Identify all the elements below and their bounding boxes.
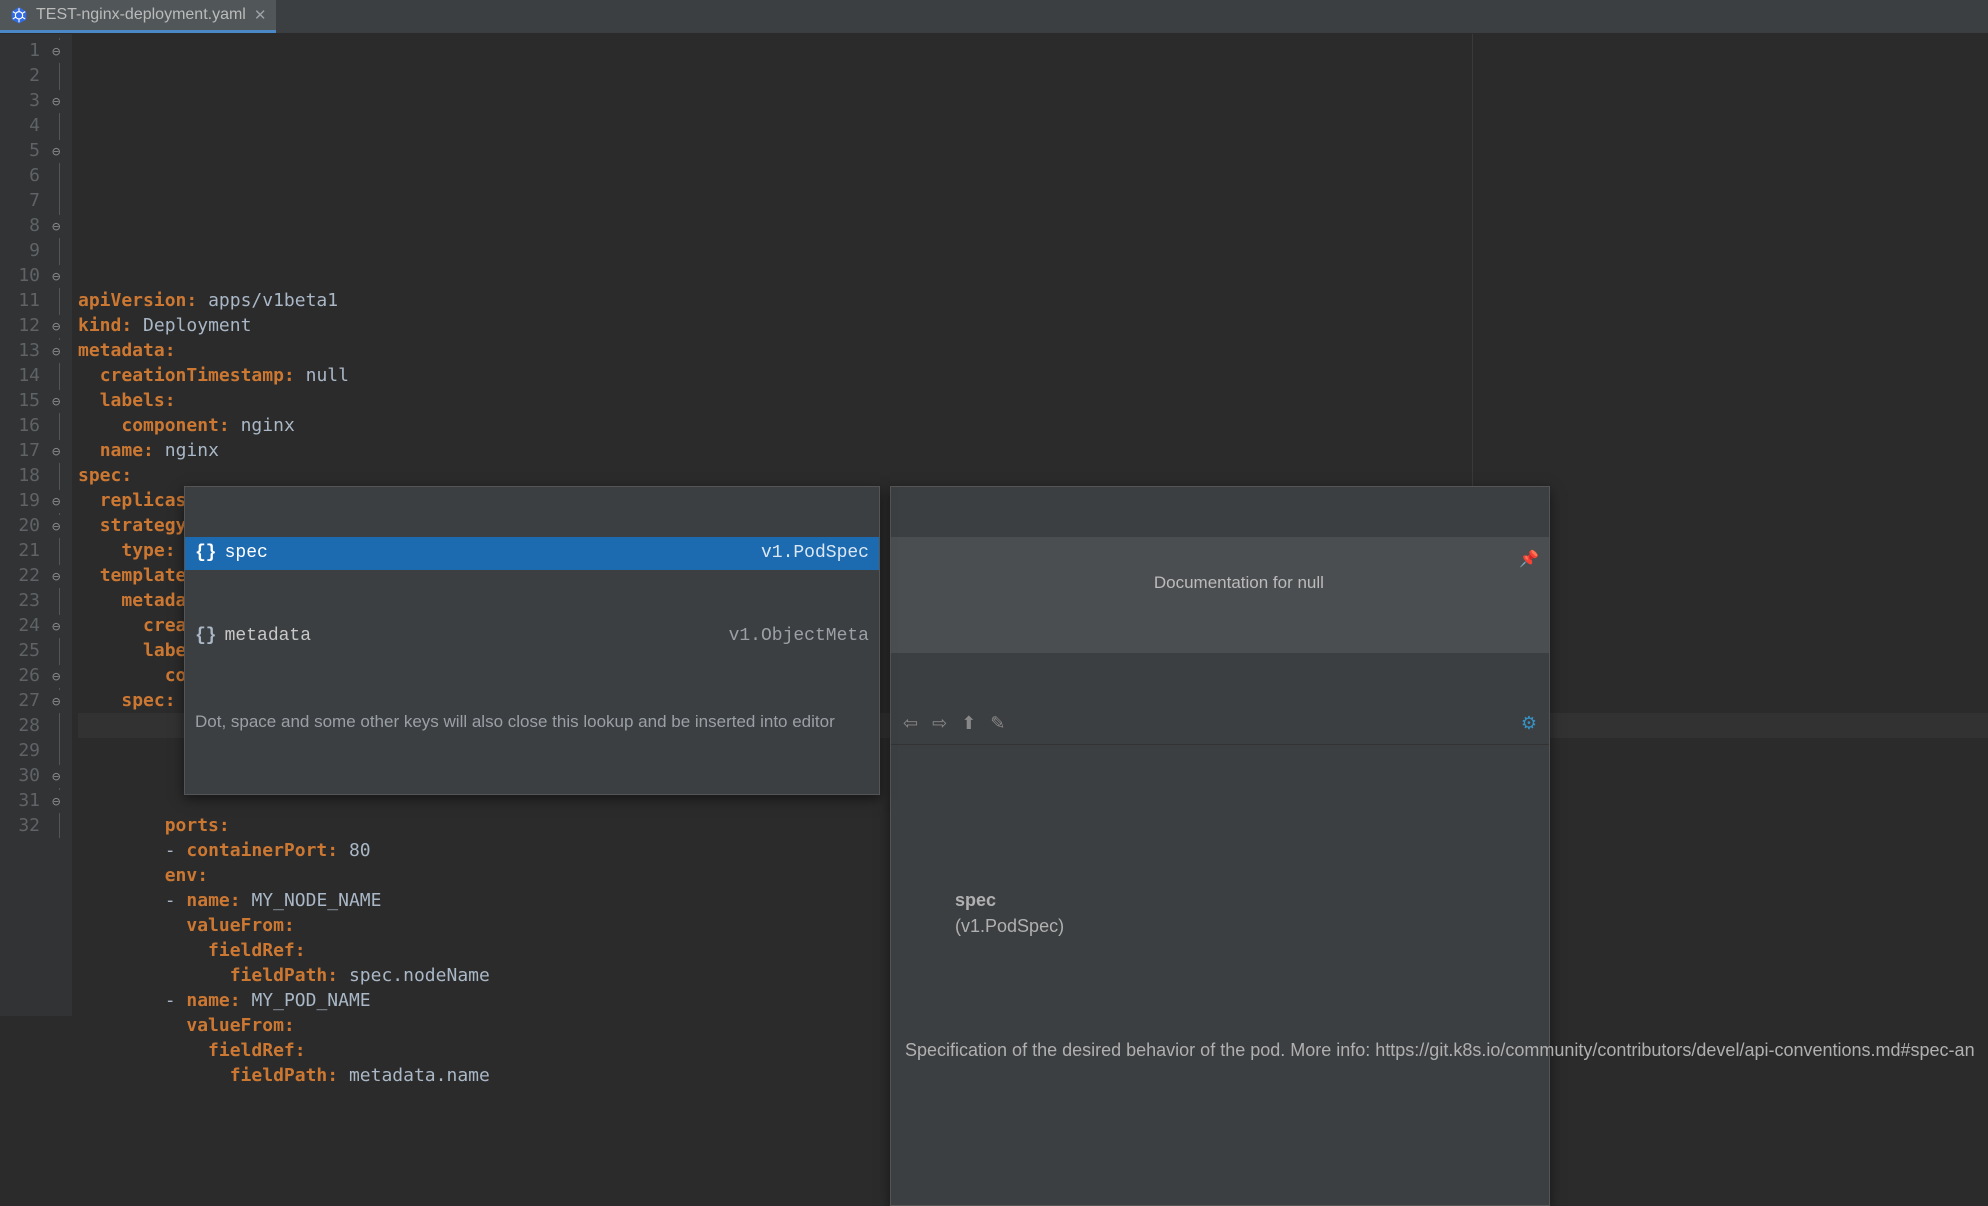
autocomplete-item[interactable]: {} metadata v1.ObjectMeta <box>185 620 879 653</box>
autocomplete-item-type: v1.PodSpec <box>761 541 869 566</box>
code-line[interactable]: metadata: <box>78 338 1988 363</box>
code-line[interactable]: kind: Deployment <box>78 313 1988 338</box>
object-icon: {} <box>195 541 217 566</box>
fold-gutter[interactable] <box>48 34 72 1016</box>
editor-tab[interactable]: TEST-nginx-deployment.yaml ✕ <box>0 0 276 33</box>
kubernetes-icon <box>10 6 28 24</box>
gear-icon[interactable]: ⚙ <box>1521 711 1537 736</box>
doc-description: Specification of the desired behavior of… <box>905 1037 1535 1063</box>
autocomplete-item-label: spec <box>225 541 268 566</box>
line-number-gutter: 1234567891011121314151617181920212223242… <box>0 34 48 1016</box>
tab-filename: TEST-nginx-deployment.yaml <box>36 6 246 24</box>
doc-body: spec (v1.PodSpec) Specification of the d… <box>891 795 1549 1155</box>
documentation-panel: Documentation for null 📌 ⇦ ⇨ ⬆ ✎ ⚙ spec … <box>890 486 1550 1206</box>
autocomplete-item-label: metadata <box>225 624 311 649</box>
autocomplete-item[interactable]: {} spec v1.PodSpec <box>185 537 879 570</box>
code-line[interactable]: creationTimestamp: null <box>78 363 1988 388</box>
doc-signature: spec (v1.PodSpec) <box>905 861 1535 965</box>
autocomplete-hint: Dot, space and some other keys will also… <box>185 703 879 744</box>
up-icon[interactable]: ⬆ <box>961 711 976 736</box>
code-editor[interactable]: 1234567891011121314151617181920212223242… <box>0 34 1988 1016</box>
code-line[interactable]: labels: <box>78 388 1988 413</box>
close-icon[interactable]: ✕ <box>254 6 267 24</box>
doc-title-bar: Documentation for null 📌 <box>891 537 1549 653</box>
code-line[interactable]: spec: <box>78 463 1988 488</box>
code-line[interactable]: apiVersion: apps/v1beta1 <box>78 288 1988 313</box>
code-line[interactable]: component: nginx <box>78 413 1988 438</box>
code-line[interactable]: name: nginx <box>78 438 1988 463</box>
back-icon[interactable]: ⇦ <box>903 711 918 736</box>
autocomplete-popup[interactable]: {} spec v1.PodSpec {} metadata v1.Object… <box>184 486 880 795</box>
doc-title-text: Documentation for null <box>1154 573 1324 592</box>
edit-source-icon[interactable]: ✎ <box>990 711 1005 736</box>
tab-bar: TEST-nginx-deployment.yaml ✕ <box>0 0 1988 34</box>
code-area[interactable]: apiVersion: apps/v1beta1kind: Deployment… <box>72 34 1988 1016</box>
autocomplete-item-type: v1.ObjectMeta <box>729 624 869 649</box>
forward-icon[interactable]: ⇨ <box>932 711 947 736</box>
object-icon: {} <box>195 624 217 649</box>
doc-toolbar: ⇦ ⇨ ⬆ ✎ ⚙ <box>891 703 1549 745</box>
pin-icon[interactable]: 📌 <box>1519 547 1539 572</box>
